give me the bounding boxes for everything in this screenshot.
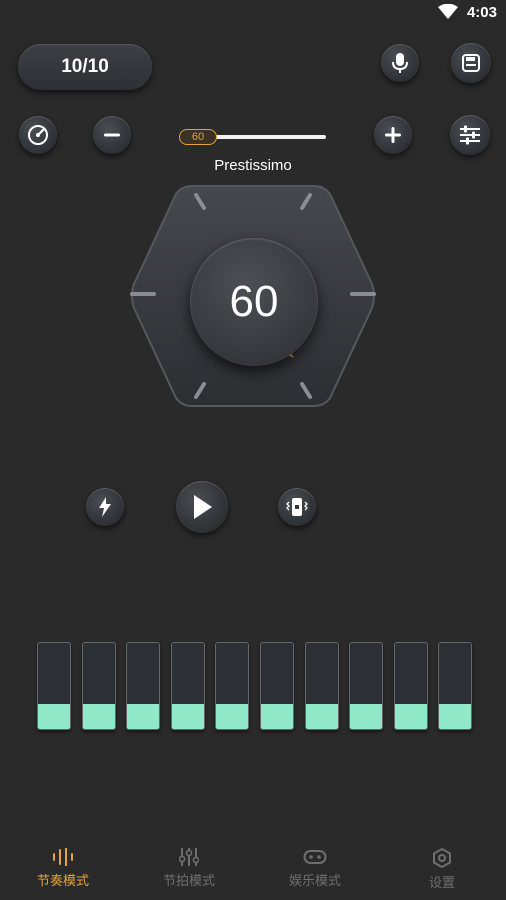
beat-bar[interactable]	[215, 642, 249, 730]
measure-counter-button[interactable]: 10/10	[18, 44, 152, 90]
settings-adjust-button[interactable]	[450, 115, 490, 155]
bottom-nav: 节奏模式 节拍模式 娱乐模式 设置	[0, 838, 506, 900]
sliders-icon	[179, 848, 199, 866]
speedometer-icon	[28, 125, 48, 145]
beat-bar-fill	[38, 704, 70, 729]
nav-item-rhythm[interactable]: 节奏模式	[13, 838, 113, 889]
decrease-tempo-button[interactable]	[93, 116, 131, 154]
nav-label-rhythm: 节奏模式	[36, 873, 89, 888]
status-bar: 4:03	[0, 0, 506, 28]
nav-item-entertainment[interactable]: 娱乐模式	[265, 838, 365, 889]
tempo-slider-handle[interactable]: 60	[179, 129, 217, 145]
bpm-value: 60	[229, 277, 279, 326]
beat-bar[interactable]	[305, 642, 339, 730]
rhythm-icon	[53, 848, 73, 866]
nav-item-settings[interactable]: 设置	[392, 838, 492, 891]
tap-tempo-button[interactable]	[86, 488, 124, 526]
gamepad-icon	[303, 850, 327, 864]
microphone-button[interactable]	[381, 44, 419, 82]
beat-bar[interactable]	[438, 642, 472, 730]
beat-bar[interactable]	[37, 642, 71, 730]
beat-bar[interactable]	[349, 642, 383, 730]
beat-bar-fill	[172, 704, 204, 729]
nav-label-beat: 节拍模式	[162, 873, 215, 888]
beat-bar-fill	[216, 704, 248, 729]
beat-bar-fill	[439, 704, 471, 729]
nav-item-beat[interactable]: 节拍模式	[139, 838, 239, 889]
beat-bar-fill	[306, 704, 338, 729]
lightning-icon	[99, 497, 111, 517]
save-icon	[462, 54, 480, 72]
adjust-sliders-icon	[460, 125, 480, 145]
status-time: 4:03	[466, 4, 497, 21]
vibrate-icon	[286, 498, 308, 516]
save-button[interactable]	[451, 43, 491, 83]
beat-bar-fill	[261, 704, 293, 729]
beat-bar-fill	[350, 704, 382, 729]
tempo-slider-track[interactable]	[214, 135, 326, 139]
beat-bar-fill	[127, 704, 159, 729]
nav-label-entertainment: 娱乐模式	[288, 873, 341, 888]
play-icon	[194, 495, 212, 519]
increase-tempo-button[interactable]	[374, 116, 412, 154]
beat-bar[interactable]	[260, 642, 294, 730]
vibrate-button[interactable]	[278, 488, 316, 526]
plus-icon	[385, 127, 401, 143]
nav-label-settings: 设置	[428, 875, 455, 890]
microphone-icon	[392, 53, 408, 73]
settings-hex-icon	[433, 848, 451, 868]
play-button[interactable]	[176, 481, 228, 533]
minus-icon	[104, 133, 120, 137]
beat-bar-fill	[395, 704, 427, 729]
speedometer-button[interactable]	[19, 116, 57, 154]
beat-bar-fill	[83, 704, 115, 729]
beat-bar[interactable]	[394, 642, 428, 730]
beat-bar[interactable]	[126, 642, 160, 730]
beat-bar[interactable]	[171, 642, 205, 730]
tempo-knob[interactable]: 60	[190, 238, 318, 366]
tempo-marking: Prestissimo	[214, 157, 292, 174]
beat-bar[interactable]	[82, 642, 116, 730]
wifi-icon	[438, 4, 458, 19]
